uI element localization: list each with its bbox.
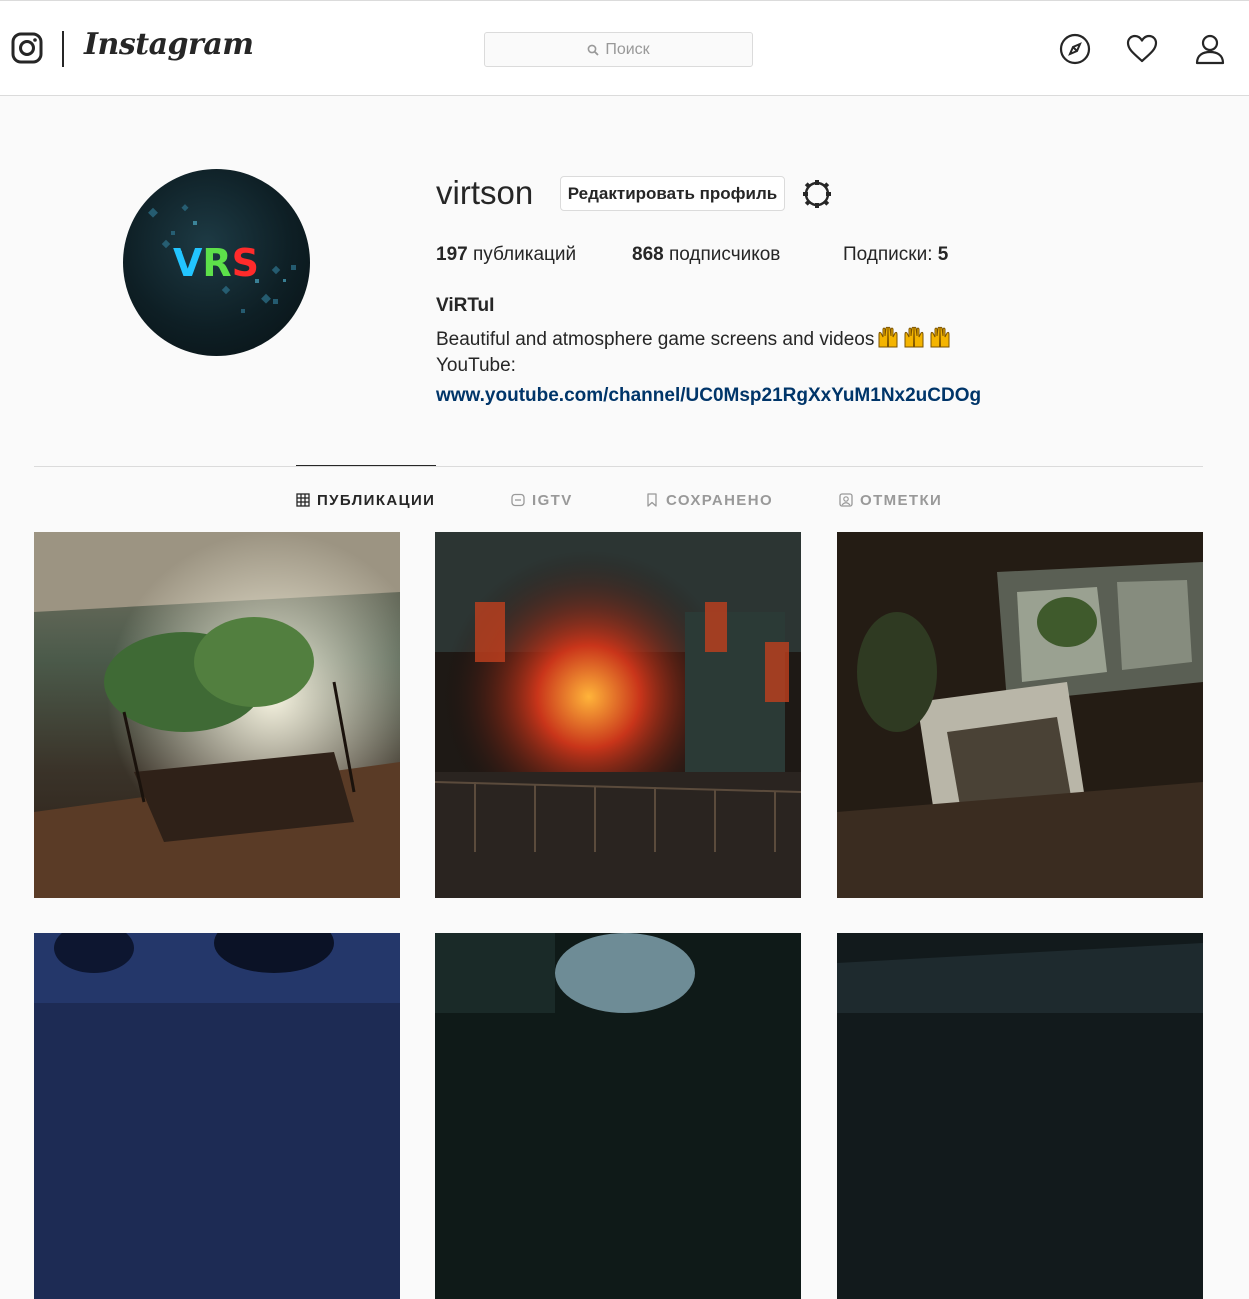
post-thumbnail[interactable]: [34, 933, 400, 1299]
tab-saved[interactable]: СОХРАНЕНО: [645, 490, 773, 510]
avatar-logo-text: VRS: [173, 241, 259, 285]
search-input[interactable]: Поиск: [484, 32, 753, 67]
instagram-glyph-icon[interactable]: [11, 32, 43, 64]
active-tab-indicator: [296, 465, 436, 466]
post-thumbnail[interactable]: [837, 532, 1203, 898]
instagram-wordmark[interactable]: Instagram: [84, 27, 254, 62]
heart-icon[interactable]: [1125, 32, 1159, 66]
followers-stat[interactable]: 868 подписчиков: [632, 244, 780, 266]
grid-icon: [296, 493, 310, 507]
bio-description: Beautiful and atmosphere game screens an…: [436, 325, 952, 351]
raised-hands-emoji-icon: [878, 326, 898, 348]
bio-youtube-link[interactable]: www.youtube.com/channel/UC0Msp21RgXxYuM1…: [436, 385, 981, 407]
avatar[interactable]: VRS: [123, 169, 310, 356]
post-thumbnail[interactable]: [837, 933, 1203, 1299]
posts-count-stat: 197 публикаций: [436, 244, 577, 265]
post-thumbnail[interactable]: [34, 532, 400, 898]
profile-username: virtson: [436, 174, 534, 211]
tab-label: ПУБЛИКАЦИИ: [317, 491, 436, 509]
compass-icon[interactable]: [1058, 32, 1092, 66]
post-thumbnail[interactable]: [435, 532, 801, 898]
tabs-divider: [34, 466, 1203, 467]
tag-person-icon: [839, 493, 853, 507]
search-placeholder: Поиск: [605, 40, 650, 58]
bookmark-icon: [647, 493, 657, 507]
following-stat[interactable]: Подписки: 5: [843, 244, 948, 266]
bio-youtube-label: YouTube:: [436, 355, 516, 376]
tab-posts[interactable]: ПУБЛИКАЦИИ: [296, 490, 435, 510]
tab-igtv[interactable]: IGTV: [511, 490, 573, 510]
tab-label: ОТМЕТКИ: [860, 491, 943, 509]
settings-gear-icon[interactable]: [799, 176, 835, 212]
user-icon[interactable]: [1193, 32, 1227, 66]
edit-profile-button[interactable]: Редактировать профиль: [560, 176, 785, 211]
post-thumbnail[interactable]: [435, 933, 801, 1299]
bio-full-name: ViRTuI: [436, 295, 495, 316]
search-icon: [587, 44, 599, 56]
top-navigation-bar: Instagram Поиск: [0, 0, 1249, 96]
tab-label: СОХРАНЕНО: [666, 491, 774, 509]
tab-tagged[interactable]: ОТМЕТКИ: [839, 490, 942, 510]
tv-icon: [511, 493, 525, 507]
tab-label: IGTV: [532, 491, 573, 509]
raised-hands-emoji-icon: [904, 326, 924, 348]
raised-hands-emoji-icon: [930, 326, 950, 348]
logo-divider: [62, 31, 64, 67]
